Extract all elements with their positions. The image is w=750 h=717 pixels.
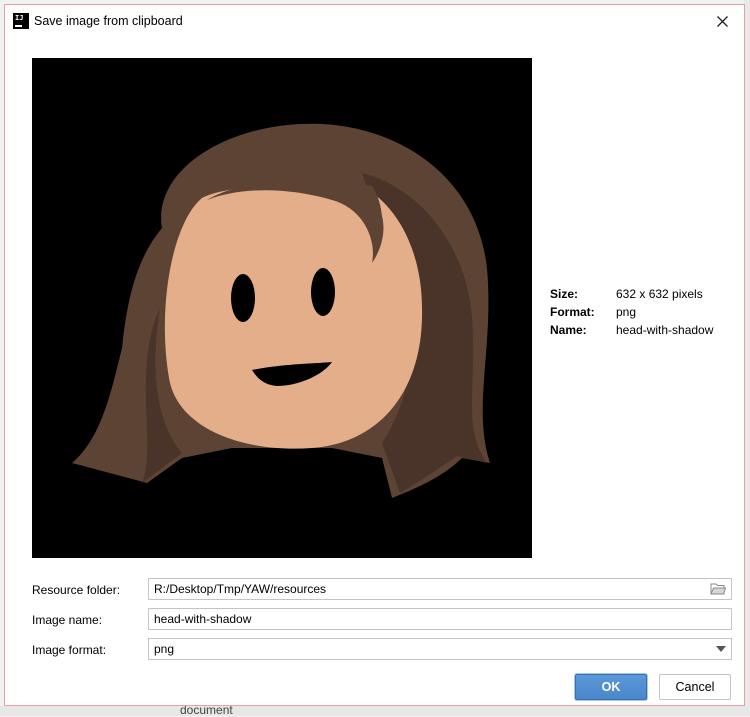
- format-row: Format: png: [550, 303, 713, 321]
- name-value: head-with-shadow: [616, 323, 714, 337]
- head-with-shadow-image: [32, 58, 532, 558]
- image-preview: [32, 58, 532, 558]
- close-icon: [716, 15, 728, 27]
- resource-folder-value: R:/Desktop/Tmp/YAW/resources: [154, 582, 327, 596]
- image-name-value: head-with-shadow: [154, 612, 252, 626]
- left-eye: [231, 274, 255, 322]
- image-name-field[interactable]: head-with-shadow: [148, 608, 732, 630]
- right-eye: [311, 268, 335, 316]
- image-format-value: png: [154, 642, 175, 656]
- background-window-bottom: [0, 706, 750, 716]
- size-label: Size:: [550, 287, 579, 301]
- chevron-down-icon[interactable]: [716, 646, 726, 652]
- format-label: Format:: [550, 305, 595, 319]
- ok-button[interactable]: OK: [575, 674, 647, 700]
- image-format-select[interactable]: png: [148, 638, 732, 660]
- face-shape: [164, 186, 423, 449]
- cancel-button[interactable]: Cancel: [659, 674, 731, 700]
- save-image-dialog: IJ Save image from clipboard Size: 632 x…: [4, 4, 745, 706]
- size-value: 632 x 632 pixels: [616, 287, 703, 301]
- dialog-title: Save image from clipboard: [34, 14, 183, 28]
- resource-folder-label: Resource folder:: [32, 583, 121, 597]
- image-format-label: Image format:: [32, 643, 107, 657]
- format-value: png: [616, 305, 637, 319]
- close-button[interactable]: [710, 10, 734, 32]
- title-bar: IJ Save image from clipboard: [5, 5, 744, 37]
- name-row: Name: head-with-shadow: [550, 321, 713, 339]
- image-name-label: Image name:: [32, 613, 103, 627]
- image-info-panel: Size: 632 x 632 pixels Format: png Name:…: [550, 285, 713, 339]
- size-row: Size: 632 x 632 pixels: [550, 285, 713, 303]
- folder-icon[interactable]: [710, 582, 726, 596]
- resource-folder-field[interactable]: R:/Desktop/Tmp/YAW/resources: [148, 578, 732, 600]
- intellij-app-icon: IJ: [13, 13, 29, 29]
- name-label: Name:: [550, 323, 587, 337]
